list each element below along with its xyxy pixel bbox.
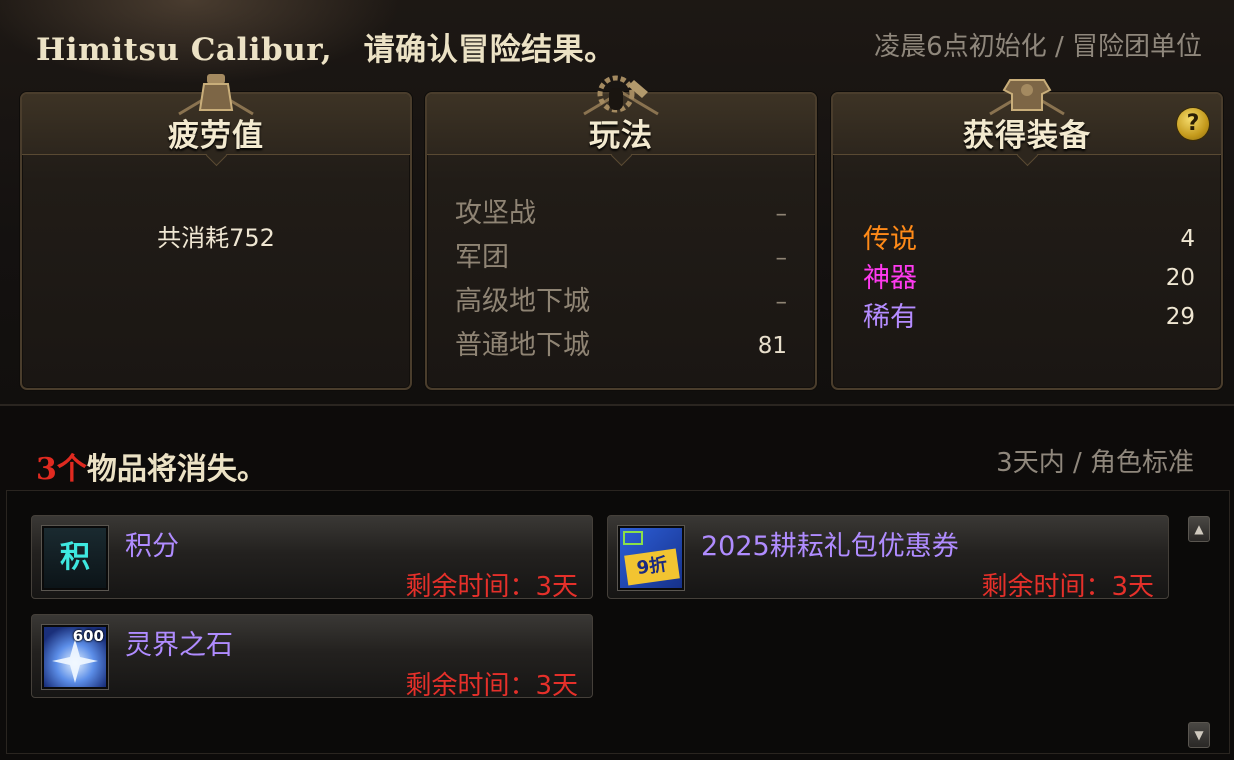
gear-rarity: 传说 [863,224,917,255]
item-remaining-time: 剩余时间：3天 [981,572,1154,602]
help-icon[interactable]: ? [1177,108,1209,140]
gear-row-rare: 稀有 29 [863,298,1195,337]
reset-note: 凌晨6点初始化 / 冒险团单位 [874,32,1202,62]
mode-name: 攻坚战 [455,198,536,229]
expiring-heading: 3个物品将消失。 [36,444,267,488]
gear-count: 4 [1180,226,1195,252]
gear-row-artifact: 神器 20 [863,259,1195,298]
list-item[interactable]: 积 积分 剩余时间：3天 [31,515,593,602]
list-item[interactable]: 600 灵界之石 剩余时间：3天 [31,614,593,701]
gear-count: 20 [1165,265,1195,291]
item-name: 灵界之石 [125,630,233,661]
crystal-icon: 600 [42,625,108,689]
page-title: Himitsu Calibur, 请确认冒险结果。 [36,32,616,68]
coupon-icon: 9折 [618,526,684,590]
mode-value: – [775,245,788,271]
mode-list: 攻坚战 – 军团 – 高级地下城 – 普通地下城 81 [455,192,787,368]
item-remaining-time: 剩余时间：3天 [405,671,578,701]
scrollbar-track[interactable] [1186,514,1212,750]
mode-row-advanced-dungeon: 高级地下城 – [455,280,787,324]
item-name: 2025耕耘礼包优惠券 [701,531,959,562]
scroll-up-button[interactable]: ▲ [1188,516,1210,542]
mode-row-legion: 军团 – [455,236,787,280]
expiring-label: 物品将消失。 [86,452,267,487]
fatigue-panel: 疲劳值 共消耗752 [20,74,412,390]
points-icon: 积 [42,526,108,590]
gear-list: 传说 4 神器 20 稀有 29 [863,220,1195,337]
list-item[interactable]: 9折 2025耕耘礼包优惠券 剩余时间：3天 [607,515,1169,602]
gear-title: 获得装备 [963,118,1091,154]
modes-panel: 玩法 攻坚战 – 军团 – 高级地下城 – 普通地下城 81 [425,75,817,390]
mode-value: – [775,289,788,315]
gear-rarity: 稀有 [863,302,917,333]
mode-value: – [775,201,788,227]
mode-name: 军团 [455,242,509,273]
mode-name: 高级地下城 [455,286,590,317]
gear-rarity: 神器 [863,263,917,294]
fatigue-title: 疲劳值 [168,118,264,154]
modes-title: 玩法 [589,118,653,154]
gear-panel: 获得装备 ? 传说 4 神器 20 稀有 29 [831,79,1223,390]
mode-row-raid: 攻坚战 – [455,192,787,236]
expiring-count: 3个 [36,452,87,487]
fatigue-consumed: 共消耗752 [157,224,275,252]
scroll-down-button[interactable]: ▼ [1188,722,1210,748]
item-remaining-time: 剩余时间：3天 [405,572,578,602]
section-divider [0,404,1234,406]
gear-count: 29 [1165,304,1195,330]
mode-row-normal-dungeon: 普通地下城 81 [455,324,787,368]
mode-name: 普通地下城 [455,330,590,361]
expiring-note: 3天内 / 角色标准 [996,448,1194,478]
mode-value: 81 [757,333,787,359]
gear-row-legendary: 传说 4 [863,220,1195,259]
item-name: 积分 [125,531,179,562]
